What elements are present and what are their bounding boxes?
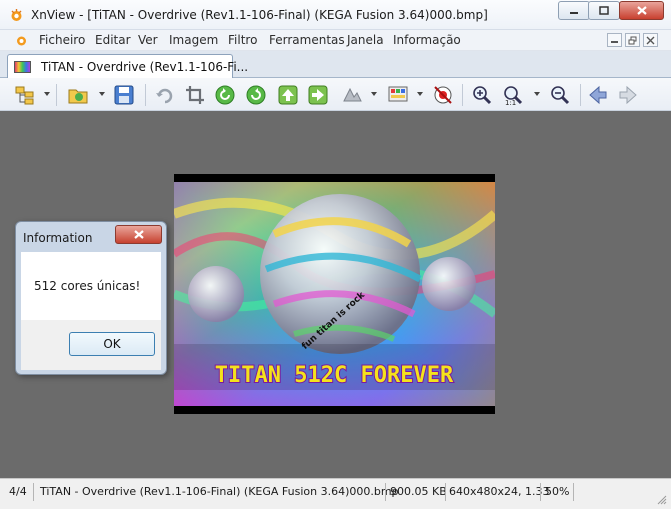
crop-icon [186, 86, 204, 104]
browser-button[interactable] [13, 83, 37, 107]
dialog-title: Information [23, 231, 93, 245]
rotate-right-icon [246, 85, 266, 105]
adjust-dropdown-icon[interactable] [371, 92, 377, 96]
status-divider [385, 483, 386, 501]
menu-janela[interactable]: Janela [347, 33, 384, 47]
xnview-logo-icon [11, 9, 22, 21]
status-divider [33, 483, 34, 501]
adjust-icon [343, 87, 362, 102]
toolbar-separator [580, 84, 581, 106]
palette-button[interactable] [386, 83, 410, 107]
open-dropdown-icon[interactable] [99, 92, 105, 96]
close-icon [636, 6, 647, 15]
zoom-1to1-button[interactable]: 1:1 [501, 83, 525, 107]
status-bar: 4/4 TiTAN - Overdrive (Rev1.1-106-Final)… [0, 478, 671, 509]
status-divider [573, 483, 574, 501]
document-system-icon[interactable] [15, 34, 28, 47]
svg-text:1:1: 1:1 [505, 99, 516, 106]
child-minimize-button[interactable] [607, 33, 622, 47]
browser-icon [15, 86, 34, 105]
minimize-icon [570, 11, 578, 14]
open-folder-icon [68, 89, 88, 104]
dialog-footer: OK [21, 320, 161, 370]
crop-button[interactable] [183, 83, 207, 107]
rotate-left-button[interactable] [213, 83, 237, 107]
minimize-icon [611, 41, 618, 43]
dialog-body: 512 cores únicas! [21, 252, 161, 320]
status-zoom: 50% [545, 485, 570, 498]
tab-document[interactable]: TiTAN - Overdrive (Rev1.1-106-Fi... [7, 54, 248, 79]
status-divider [540, 483, 541, 501]
maximize-icon [599, 6, 609, 15]
menu-editar[interactable]: Editar [95, 33, 131, 47]
toolbar-separator [145, 84, 146, 106]
resize-grip-icon[interactable] [657, 495, 667, 505]
save-icon [114, 85, 134, 105]
toolbar-separator [56, 84, 57, 106]
close-icon [133, 230, 144, 239]
window-title: XnView - [TiTAN - Overdrive (Rev1.1-106-… [31, 8, 488, 22]
remove-redeye-icon [434, 86, 452, 104]
menu-bar: Ficheiro Editar Ver Imagem Filtro Ferram… [0, 30, 671, 51]
restore-icon [628, 36, 637, 44]
redeye-button[interactable] [431, 83, 455, 107]
tab-label: TiTAN - Overdrive (Rev1.1-106-Fi... [41, 60, 249, 74]
rotate-left-icon [215, 85, 235, 105]
palette-icon [388, 86, 408, 102]
status-index: 4/4 [9, 485, 27, 498]
minimize-button[interactable] [558, 1, 590, 20]
menu-ficheiro[interactable]: Ficheiro [39, 33, 85, 47]
child-restore-button[interactable] [625, 33, 640, 47]
undo-button[interactable] [153, 83, 177, 107]
browser-dropdown-icon[interactable] [44, 92, 50, 96]
zoom-in-button[interactable] [470, 83, 494, 107]
adjust-button[interactable] [340, 83, 364, 107]
zoom-in-icon [473, 86, 492, 105]
main-toolbar: 1:1 [0, 78, 671, 111]
titan-artwork: fun titan is rock TITAN 512C FOREVER [174, 174, 495, 414]
maximize-button[interactable] [588, 1, 620, 20]
information-dialog: Information 512 cores únicas! OK [15, 221, 167, 375]
status-divider [445, 483, 446, 501]
menu-informacao[interactable]: Informação [393, 33, 461, 47]
next-button[interactable] [616, 83, 640, 107]
zoom-out-icon [551, 86, 570, 105]
dialog-message: 512 cores únicas! [34, 279, 141, 293]
toolbar-separator [462, 84, 463, 106]
menu-filtro[interactable]: Filtro [228, 33, 257, 47]
rotate-right-button[interactable] [244, 83, 268, 107]
menu-ferramentas[interactable]: Ferramentas [269, 33, 345, 47]
previous-icon [589, 85, 607, 105]
image-thumbnail-icon [14, 61, 31, 73]
document-tab-strip: TiTAN - Overdrive (Rev1.1-106-Fi... [0, 51, 671, 79]
zoom-dropdown-icon[interactable] [534, 92, 540, 96]
move-up-icon [278, 85, 298, 105]
displayed-image[interactable]: fun titan is rock TITAN 512C FOREVER [174, 174, 495, 414]
menu-imagem[interactable]: Imagem [169, 33, 218, 47]
ok-button[interactable]: OK [69, 332, 155, 356]
zoom-1to1-icon: 1:1 [504, 86, 523, 106]
palette-dropdown-icon[interactable] [417, 92, 423, 96]
save-button[interactable] [112, 83, 136, 107]
close-icon [646, 36, 655, 44]
close-button[interactable] [619, 1, 664, 20]
flip-up-button[interactable] [276, 83, 300, 107]
open-button[interactable] [66, 83, 90, 107]
status-filesize: 900.05 KB [390, 485, 447, 498]
next-icon [619, 85, 637, 105]
status-dimensions: 640x480x24, 1.33 [449, 485, 550, 498]
move-button[interactable] [306, 83, 330, 107]
child-close-button[interactable] [643, 33, 658, 47]
status-filename: TiTAN - Overdrive (Rev1.1-106-Final) (KE… [40, 485, 399, 498]
zoom-out-button[interactable] [548, 83, 572, 107]
menu-ver[interactable]: Ver [138, 33, 158, 47]
move-icon [308, 85, 328, 105]
window-titlebar: XnView - [TiTAN - Overdrive (Rev1.1-106-… [0, 0, 671, 30]
banner-text: TITAN 512C FOREVER [215, 363, 454, 388]
undo-icon [156, 88, 173, 104]
dialog-close-button[interactable] [115, 225, 162, 244]
previous-button[interactable] [586, 83, 610, 107]
